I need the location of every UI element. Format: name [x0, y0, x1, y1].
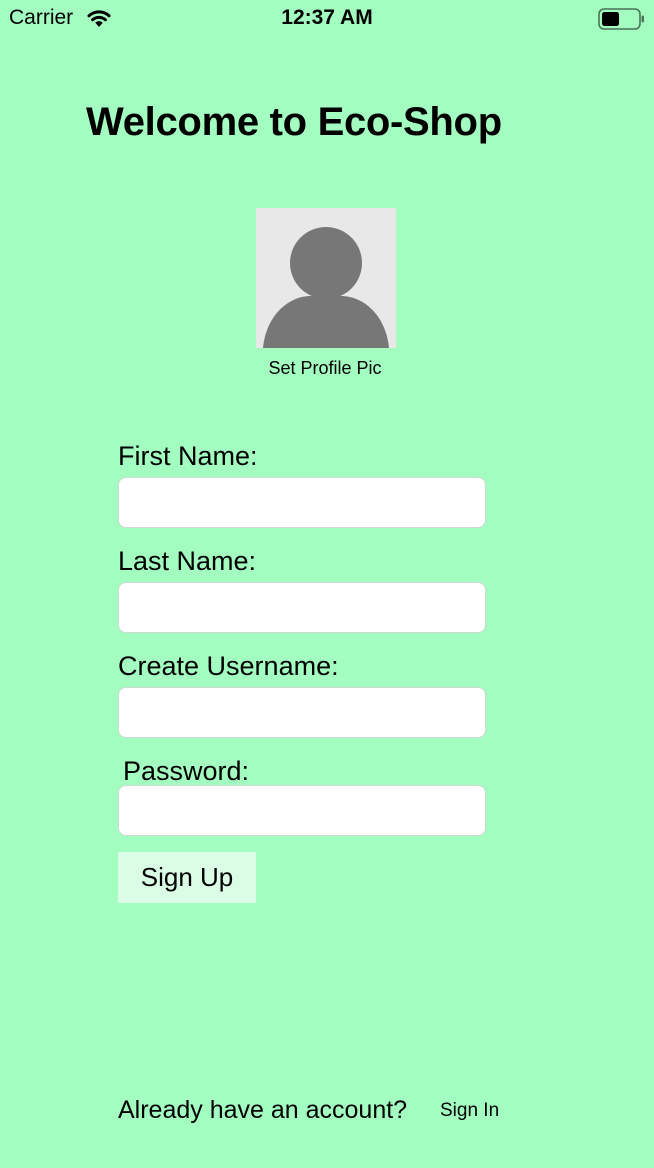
profile-pic-button[interactable]: [256, 208, 396, 348]
first-name-label: First Name:: [118, 441, 258, 471]
account-prompt: Already have an account?: [118, 1096, 408, 1124]
last-name-field[interactable]: [118, 582, 486, 633]
sign-up-button[interactable]: Sign Up: [118, 852, 256, 903]
password-label: Password:: [123, 756, 250, 786]
set-profile-pic-label[interactable]: Set Profile Pic: [200, 358, 450, 379]
first-name-field[interactable]: [118, 477, 486, 528]
status-bar: Carrier 12:37 AM: [0, 0, 654, 40]
username-field[interactable]: [118, 687, 486, 738]
battery-icon: [598, 8, 646, 30]
clock: 12:37 AM: [281, 6, 373, 29]
page-title: Welcome to Eco-Shop: [86, 100, 502, 144]
person-placeholder-icon: [263, 227, 389, 348]
sign-in-button[interactable]: Sign In: [440, 1100, 499, 1122]
last-name-label: Last Name:: [118, 546, 257, 576]
username-label: Create Username:: [118, 651, 339, 681]
password-field[interactable]: [118, 785, 486, 836]
